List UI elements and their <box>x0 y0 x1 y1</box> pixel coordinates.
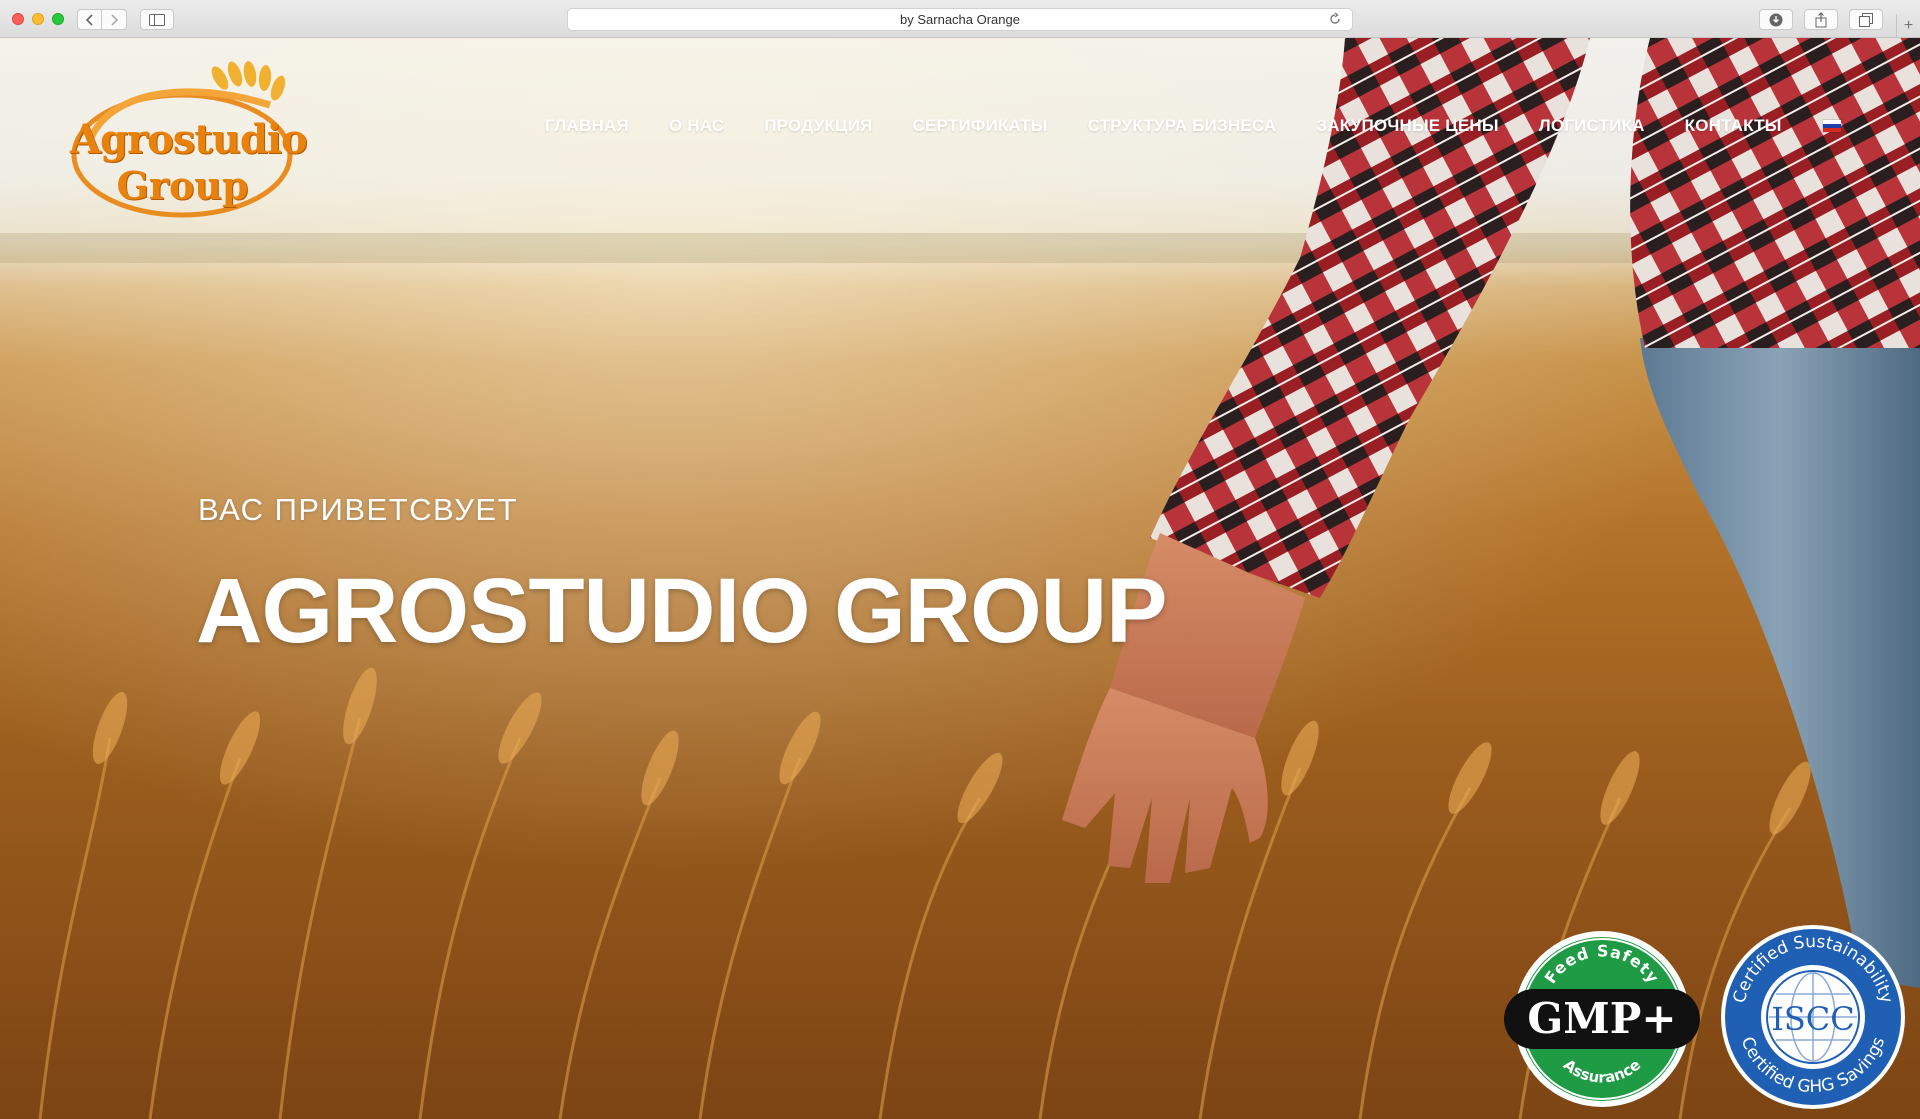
nav-item-certificates[interactable]: СЕРТИФИКАТЫ <box>913 116 1048 136</box>
iscc-main-text: ISCC <box>1771 1000 1855 1038</box>
minimize-window-button[interactable] <box>32 13 44 25</box>
nav-item-home[interactable]: ГЛАВНАЯ <box>545 116 629 136</box>
gmp-plus-badge[interactable]: Feed Safety GMP+ Assurance <box>1502 927 1702 1112</box>
nav-item-about[interactable]: О НАС <box>669 116 724 136</box>
chevron-right-icon <box>111 13 119 26</box>
nav-item-business-structure[interactable]: СТРУКТУРА БИЗНЕСА <box>1088 116 1277 136</box>
gmp-badge-icon: Feed Safety GMP+ Assurance <box>1504 931 1700 1107</box>
agrostudio-logo[interactable]: Agrostudio Group <box>70 60 308 220</box>
forward-button[interactable] <box>102 9 127 30</box>
reload-icon[interactable] <box>1328 12 1342 26</box>
nav-item-products[interactable]: ПРОДУКЦИЯ <box>764 116 872 136</box>
hero-section: Agrostudio Group ГЛАВНАЯ О НАС ПРОДУКЦИЯ… <box>0 38 1920 1119</box>
close-window-button[interactable] <box>12 13 24 25</box>
logo-text-line2: Group <box>116 163 249 208</box>
hero-headline: AGROSTUDIO GROUP <box>196 560 1167 662</box>
main-navigation: ГЛАВНАЯ О НАС ПРОДУКЦИЯ СЕРТИФИКАТЫ СТРУ… <box>545 113 1842 139</box>
tab-overview-button[interactable] <box>1849 9 1883 30</box>
iscc-badge[interactable]: ISCC Certified Sustainability Certified … <box>1718 922 1908 1112</box>
back-button[interactable] <box>77 9 102 30</box>
nav-item-logistics[interactable]: ЛОГИСТИКА <box>1539 116 1645 136</box>
share-button[interactable] <box>1804 9 1838 30</box>
downloads-button[interactable] <box>1759 9 1793 30</box>
browser-toolbar: by Sarnacha Orange + <box>0 0 1920 38</box>
logo-text-line1: Agrostudio <box>70 116 308 163</box>
nav-item-purchase-prices[interactable]: ЗАКУПОЧНЫЕ ЦЕНЫ <box>1316 116 1498 136</box>
nav-item-contacts[interactable]: КОНТАКТЫ <box>1685 116 1782 136</box>
hero-welcome-text: ВАС ПРИВЕТСВУЕТ <box>198 492 519 527</box>
share-icon <box>1815 11 1827 27</box>
plus-icon: + <box>1903 17 1914 34</box>
tabs-icon <box>1859 12 1873 27</box>
chevron-left-icon <box>85 13 93 26</box>
flag-ru-icon[interactable] <box>1821 119 1842 133</box>
sidebar-icon <box>149 13 165 26</box>
new-tab-button[interactable]: + <box>1896 14 1920 38</box>
download-icon <box>1769 13 1783 26</box>
gmp-main-text: GMP+ <box>1527 994 1676 1043</box>
sidebar-toggle-button[interactable] <box>140 9 174 30</box>
iscc-badge-icon: ISCC Certified Sustainability Certified … <box>1721 925 1905 1109</box>
zoom-window-button[interactable] <box>52 13 64 25</box>
address-bar-text: by Sarnacha Orange <box>900 12 1020 27</box>
address-bar[interactable]: by Sarnacha Orange <box>567 8 1353 31</box>
